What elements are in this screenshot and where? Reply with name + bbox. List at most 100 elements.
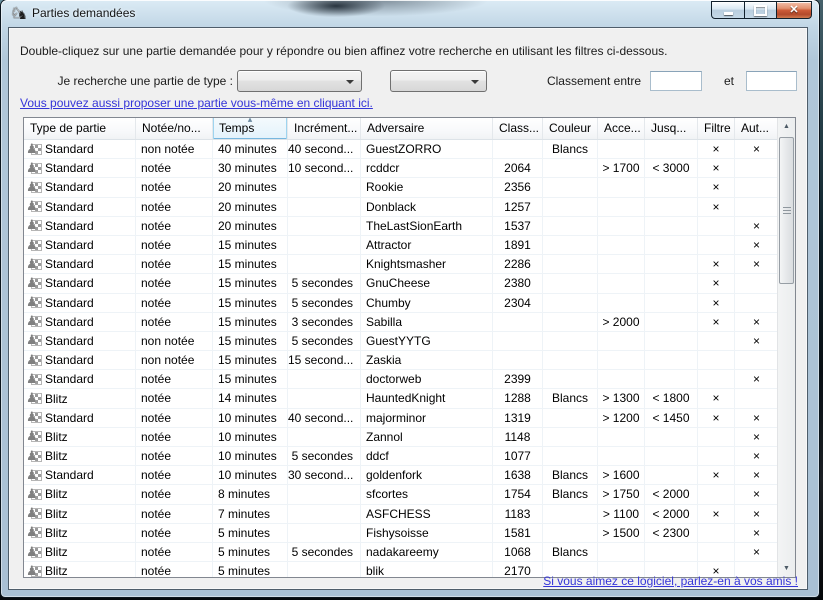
chess-piece-icon: ♟ bbox=[27, 295, 42, 310]
maximize-icon bbox=[754, 5, 767, 16]
pawn-icon: ♟ bbox=[26, 198, 38, 213]
column-header[interactable]: Incrément... bbox=[288, 118, 361, 139]
table-cell: 7 minutes bbox=[213, 505, 288, 524]
column-header[interactable]: Type de partie bbox=[24, 118, 136, 139]
table-cell: 40 second... bbox=[288, 409, 361, 428]
table-cell: notée bbox=[136, 313, 213, 332]
pawn-icon: ♟ bbox=[26, 486, 38, 501]
table-cell bbox=[698, 236, 735, 255]
table-cell: sfcortes bbox=[361, 485, 493, 504]
cell-label: Standard bbox=[45, 255, 94, 273]
table-body: ♟Standardnon notée40 minutes40 second...… bbox=[24, 140, 778, 577]
table-cell bbox=[645, 370, 698, 389]
column-header[interactable]: Notée/no... bbox=[136, 118, 213, 139]
column-header[interactable]: Adversaire bbox=[361, 118, 493, 139]
table-cell bbox=[543, 409, 598, 428]
table-cell bbox=[288, 178, 361, 197]
game-type-combobox[interactable] bbox=[237, 70, 362, 92]
scrollbar-thumb[interactable] bbox=[779, 137, 794, 284]
window-controls: ✕ bbox=[711, 1, 812, 19]
table-cell bbox=[598, 543, 645, 562]
table-row[interactable]: ♟Standardnotée10 minutes30 second...gold… bbox=[24, 466, 778, 485]
table-cell bbox=[735, 159, 778, 178]
table-row[interactable]: ♟Standardnotée15 minutesdoctorweb2399× bbox=[24, 370, 778, 389]
table-cell: × bbox=[735, 140, 778, 159]
table-row[interactable]: ♟Standardnotée15 minutesKnightsmasher228… bbox=[24, 255, 778, 274]
table-cell: 1754 bbox=[493, 485, 543, 504]
table-cell bbox=[698, 428, 735, 447]
table-row[interactable]: ♟Standardnon notée40 minutes40 second...… bbox=[24, 140, 778, 159]
pawn-icon: ♟ bbox=[26, 294, 38, 309]
table-row[interactable]: ♟Blitznotée7 minutesASFCHESS1183> 1100< … bbox=[24, 505, 778, 524]
table-cell: notée bbox=[136, 198, 213, 217]
table-row[interactable]: ♟Standardnotée15 minutes5 secondesChumby… bbox=[24, 294, 778, 313]
game-subtype-combobox[interactable] bbox=[390, 70, 487, 92]
share-link[interactable]: Si vous aimez ce logiciel, parlez-en à v… bbox=[543, 574, 798, 588]
table-cell bbox=[288, 370, 361, 389]
pawn-icon: ♟ bbox=[26, 524, 38, 539]
table-row[interactable]: ♟Standardnotée20 minutesTheLastSionEarth… bbox=[24, 217, 778, 236]
column-header[interactable]: Aut... bbox=[735, 118, 778, 139]
table-row[interactable]: ♟Standardnotée10 minutes40 second...majo… bbox=[24, 409, 778, 428]
table-row[interactable]: ♟Blitznotée10 minutesZannol1148× bbox=[24, 428, 778, 447]
table-row[interactable]: ♟Blitznotée5 minutes5 secondesnadakareem… bbox=[24, 543, 778, 562]
table-cell bbox=[543, 524, 598, 543]
table-cell: notée bbox=[136, 370, 213, 389]
table-cell: notée bbox=[136, 505, 213, 524]
table-row[interactable]: ♟Standardnotée20 minutesDonblack1257× bbox=[24, 198, 778, 217]
cell-label: Standard bbox=[45, 178, 94, 196]
table-cell: < 3000 bbox=[645, 159, 698, 178]
table-row[interactable]: ♟Standardnotée15 minutesAttractor1891× bbox=[24, 236, 778, 255]
vertical-scrollbar[interactable]: ▲ ▼ bbox=[777, 118, 795, 577]
column-header[interactable]: Jusq... bbox=[645, 118, 698, 139]
propose-game-link[interactable]: Vous pouvez aussi proposer une partie vo… bbox=[20, 96, 373, 110]
minimize-button[interactable] bbox=[711, 1, 745, 19]
table-cell: × bbox=[698, 140, 735, 159]
cell-label: Standard bbox=[45, 217, 94, 235]
rating-max-input[interactable] bbox=[746, 71, 797, 91]
table-cell: Zannol bbox=[361, 428, 493, 447]
table-cell: ♟Blitz bbox=[24, 505, 136, 524]
close-button[interactable]: ✕ bbox=[776, 1, 812, 19]
table-cell bbox=[288, 236, 361, 255]
table-row[interactable]: ♟Standardnon notée15 minutes5 secondesGu… bbox=[24, 332, 778, 351]
maximize-button[interactable] bbox=[744, 1, 777, 19]
table-row[interactable]: ♟Standardnotée15 minutes5 secondesGnuChe… bbox=[24, 274, 778, 293]
table-row[interactable]: ♟Standardnon notée15 minutes15 second...… bbox=[24, 351, 778, 370]
pawn-icon: ♟ bbox=[26, 352, 38, 367]
pawn-icon: ♟ bbox=[26, 237, 38, 252]
table-cell: Blancs bbox=[543, 466, 598, 485]
table-row[interactable]: ♟Blitznotée5 minutesFishysoisse1581> 150… bbox=[24, 524, 778, 543]
table-cell bbox=[598, 178, 645, 197]
table-cell: 20 minutes bbox=[213, 217, 288, 236]
scroll-up-button[interactable]: ▲ bbox=[778, 118, 795, 135]
table-cell: 1537 bbox=[493, 217, 543, 236]
column-header[interactable]: Couleur bbox=[543, 118, 598, 139]
pawn-icon: ♟ bbox=[26, 313, 38, 328]
table-row[interactable]: ♟Blitznotée14 minutesHauntedKnight1288Bl… bbox=[24, 389, 778, 408]
table-cell: notée bbox=[136, 524, 213, 543]
column-header[interactable]: Filtre bbox=[698, 118, 735, 139]
column-header[interactable]: ▴Temps bbox=[213, 118, 288, 139]
table-cell: 1077 bbox=[493, 447, 543, 466]
table-cell bbox=[645, 294, 698, 313]
table-cell: × bbox=[698, 505, 735, 524]
table-row[interactable]: ♟Standardnotée30 minutes10 second...rcdd… bbox=[24, 159, 778, 178]
table-cell: notée bbox=[136, 543, 213, 562]
table-row[interactable]: ♟Standardnotée15 minutes3 secondesSabill… bbox=[24, 313, 778, 332]
cell-label: Blitz bbox=[45, 562, 68, 577]
column-header[interactable]: Acce... bbox=[598, 118, 645, 139]
title-bar[interactable]: ♘ ♞ Parties demandées ✕ bbox=[1, 0, 819, 27]
table-row[interactable]: ♟Standardnotée20 minutesRookie2356× bbox=[24, 178, 778, 197]
table-row[interactable]: ♟Blitznotée8 minutessfcortes1754Blancs> … bbox=[24, 485, 778, 504]
table-row[interactable]: ♟Blitznotée10 minutes5 secondesddcf1077× bbox=[24, 447, 778, 466]
table-cell: × bbox=[735, 409, 778, 428]
pawn-icon: ♟ bbox=[26, 141, 38, 156]
table-cell: ♟Standard bbox=[24, 351, 136, 370]
table-cell: Donblack bbox=[361, 198, 493, 217]
chess-piece-icon: ♟ bbox=[27, 314, 42, 329]
table-cell: × bbox=[735, 332, 778, 351]
column-header[interactable]: Class... bbox=[493, 118, 543, 139]
rating-min-input[interactable] bbox=[650, 71, 702, 91]
table-cell: 2304 bbox=[493, 294, 543, 313]
